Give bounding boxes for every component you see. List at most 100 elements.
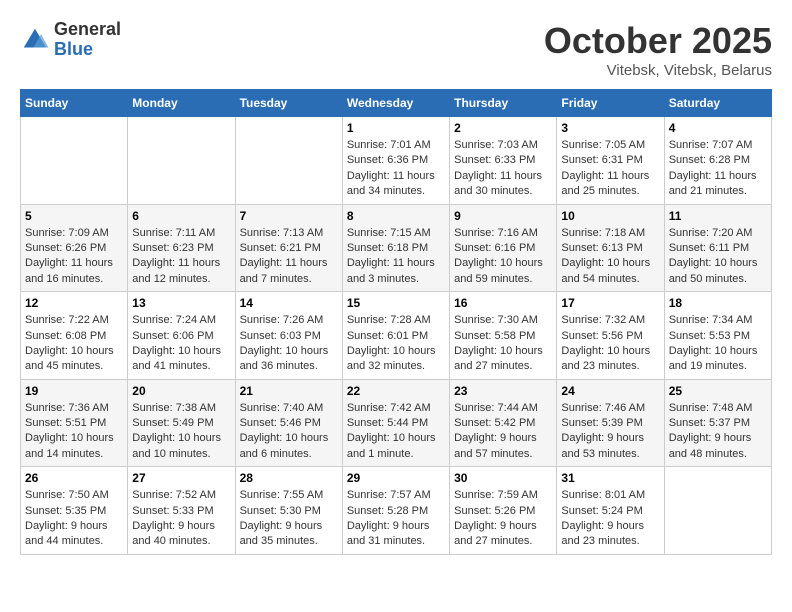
- calendar-cell: 12 Sunrise: 7:22 AM Sunset: 6:08 PM Dayli…: [21, 292, 128, 380]
- calendar-cell: 14 Sunrise: 7:26 AM Sunset: 6:03 PM Dayli…: [235, 292, 342, 380]
- page-header: General Blue October 2025 Vitebsk, Viteb…: [20, 20, 772, 79]
- logo-text: General Blue: [54, 20, 121, 60]
- day-number: 14: [240, 296, 338, 310]
- calendar-cell: [21, 117, 128, 205]
- calendar-cell: 7 Sunrise: 7:13 AM Sunset: 6:21 PM Daylig…: [235, 204, 342, 292]
- day-info: Sunrise: 7:28 AM Sunset: 6:01 PM Dayligh…: [347, 313, 445, 375]
- day-number: 16: [454, 296, 552, 310]
- calendar-week-row: 1 Sunrise: 7:01 AM Sunset: 6:36 PM Daylig…: [21, 117, 772, 205]
- calendar-cell: 27 Sunrise: 7:52 AM Sunset: 5:33 PM Dayli…: [128, 467, 235, 555]
- day-number: 2: [454, 121, 552, 135]
- day-info: Sunrise: 7:40 AM Sunset: 5:46 PM Dayligh…: [240, 401, 338, 463]
- calendar-cell: 18 Sunrise: 7:34 AM Sunset: 5:53 PM Dayli…: [664, 292, 771, 380]
- day-number: 18: [669, 296, 767, 310]
- day-number: 15: [347, 296, 445, 310]
- day-info: Sunrise: 7:46 AM Sunset: 5:39 PM Dayligh…: [561, 401, 659, 463]
- day-number: 27: [132, 471, 230, 485]
- calendar-week-row: 19 Sunrise: 7:36 AM Sunset: 5:51 PM Dayli…: [21, 379, 772, 467]
- calendar-week-row: 5 Sunrise: 7:09 AM Sunset: 6:26 PM Daylig…: [21, 204, 772, 292]
- logo: General Blue: [20, 20, 121, 60]
- calendar-cell: 4 Sunrise: 7:07 AM Sunset: 6:28 PM Daylig…: [664, 117, 771, 205]
- weekday-header-monday: Monday: [128, 90, 235, 117]
- day-number: 11: [669, 209, 767, 223]
- day-info: Sunrise: 7:32 AM Sunset: 5:56 PM Dayligh…: [561, 313, 659, 375]
- title-block: October 2025 Vitebsk, Vitebsk, Belarus: [544, 20, 772, 79]
- day-info: Sunrise: 7:44 AM Sunset: 5:42 PM Dayligh…: [454, 401, 552, 463]
- day-number: 13: [132, 296, 230, 310]
- calendar-cell: [128, 117, 235, 205]
- day-info: Sunrise: 7:50 AM Sunset: 5:35 PM Dayligh…: [25, 488, 123, 550]
- day-number: 9: [454, 209, 552, 223]
- day-info: Sunrise: 7:42 AM Sunset: 5:44 PM Dayligh…: [347, 401, 445, 463]
- calendar-cell: 11Sunrise: 7:20 AM Sunset: 6:11 PM Dayli…: [664, 204, 771, 292]
- day-info: Sunrise: 7:48 AM Sunset: 5:37 PM Dayligh…: [669, 401, 767, 463]
- day-number: 29: [347, 471, 445, 485]
- day-info: Sunrise: 7:05 AM Sunset: 6:31 PM Dayligh…: [561, 138, 659, 200]
- day-number: 24: [561, 384, 659, 398]
- logo-icon: [20, 25, 50, 55]
- day-info: Sunrise: 7:07 AM Sunset: 6:28 PM Dayligh…: [669, 138, 767, 200]
- day-number: 17: [561, 296, 659, 310]
- calendar-cell: 21Sunrise: 7:40 AM Sunset: 5:46 PM Dayli…: [235, 379, 342, 467]
- day-info: Sunrise: 7:22 AM Sunset: 6:08 PM Dayligh…: [25, 313, 123, 375]
- day-number: 12: [25, 296, 123, 310]
- day-info: Sunrise: 7:16 AM Sunset: 6:16 PM Dayligh…: [454, 226, 552, 288]
- calendar-cell: 16Sunrise: 7:30 AM Sunset: 5:58 PM Dayli…: [450, 292, 557, 380]
- day-info: Sunrise: 7:55 AM Sunset: 5:30 PM Dayligh…: [240, 488, 338, 550]
- calendar-cell: 5 Sunrise: 7:09 AM Sunset: 6:26 PM Daylig…: [21, 204, 128, 292]
- day-number: 25: [669, 384, 767, 398]
- day-info: Sunrise: 7:52 AM Sunset: 5:33 PM Dayligh…: [132, 488, 230, 550]
- location-text: Vitebsk, Vitebsk, Belarus: [544, 62, 772, 79]
- day-info: Sunrise: 7:34 AM Sunset: 5:53 PM Dayligh…: [669, 313, 767, 375]
- day-number: 31: [561, 471, 659, 485]
- day-number: 26: [25, 471, 123, 485]
- day-number: 1: [347, 121, 445, 135]
- calendar-week-row: 26 Sunrise: 7:50 AM Sunset: 5:35 PM Dayli…: [21, 467, 772, 555]
- weekday-header-thursday: Thursday: [450, 90, 557, 117]
- calendar-cell: 30 Sunrise: 7:59 AM Sunset: 5:26 PM Dayli…: [450, 467, 557, 555]
- day-info: Sunrise: 7:09 AM Sunset: 6:26 PM Dayligh…: [25, 226, 123, 288]
- calendar-cell: 22Sunrise: 7:42 AM Sunset: 5:44 PM Dayli…: [342, 379, 449, 467]
- day-info: Sunrise: 7:03 AM Sunset: 6:33 PM Dayligh…: [454, 138, 552, 200]
- day-number: 28: [240, 471, 338, 485]
- calendar-cell: 15 Sunrise: 7:28 AM Sunset: 6:01 PM Dayli…: [342, 292, 449, 380]
- weekday-header-wednesday: Wednesday: [342, 90, 449, 117]
- day-info: Sunrise: 7:13 AM Sunset: 6:21 PM Dayligh…: [240, 226, 338, 288]
- day-number: 20: [132, 384, 230, 398]
- calendar-cell: 2 Sunrise: 7:03 AM Sunset: 6:33 PM Daylig…: [450, 117, 557, 205]
- weekday-header-sunday: Sunday: [21, 90, 128, 117]
- day-number: 7: [240, 209, 338, 223]
- day-info: Sunrise: 7:59 AM Sunset: 5:26 PM Dayligh…: [454, 488, 552, 550]
- day-info: Sunrise: 8:01 AM Sunset: 5:24 PM Dayligh…: [561, 488, 659, 550]
- day-number: 19: [25, 384, 123, 398]
- calendar-cell: 6Sunrise: 7:11 AM Sunset: 6:23 PM Daylig…: [128, 204, 235, 292]
- day-number: 3: [561, 121, 659, 135]
- day-info: Sunrise: 7:24 AM Sunset: 6:06 PM Dayligh…: [132, 313, 230, 375]
- calendar-table: SundayMondayTuesdayWednesdayThursdayFrid…: [20, 89, 772, 555]
- calendar-cell: 25 Sunrise: 7:48 AM Sunset: 5:37 PM Dayli…: [664, 379, 771, 467]
- weekday-header-friday: Friday: [557, 90, 664, 117]
- day-number: 5: [25, 209, 123, 223]
- day-number: 30: [454, 471, 552, 485]
- day-info: Sunrise: 7:01 AM Sunset: 6:36 PM Dayligh…: [347, 138, 445, 200]
- calendar-cell: 9 Sunrise: 7:16 AM Sunset: 6:16 PM Daylig…: [450, 204, 557, 292]
- calendar-cell: 28 Sunrise: 7:55 AM Sunset: 5:30 PM Dayli…: [235, 467, 342, 555]
- calendar-cell: 17 Sunrise: 7:32 AM Sunset: 5:56 PM Dayli…: [557, 292, 664, 380]
- day-info: Sunrise: 7:38 AM Sunset: 5:49 PM Dayligh…: [132, 401, 230, 463]
- calendar-cell: 23Sunrise: 7:44 AM Sunset: 5:42 PM Dayli…: [450, 379, 557, 467]
- calendar-cell: 31 Sunrise: 8:01 AM Sunset: 5:24 PM Dayli…: [557, 467, 664, 555]
- logo-blue-text: Blue: [54, 40, 121, 60]
- calendar-cell: 19 Sunrise: 7:36 AM Sunset: 5:51 PM Dayli…: [21, 379, 128, 467]
- logo-general-text: General: [54, 20, 121, 40]
- day-number: 10: [561, 209, 659, 223]
- day-info: Sunrise: 7:36 AM Sunset: 5:51 PM Dayligh…: [25, 401, 123, 463]
- day-info: Sunrise: 7:26 AM Sunset: 6:03 PM Dayligh…: [240, 313, 338, 375]
- day-info: Sunrise: 7:15 AM Sunset: 6:18 PM Dayligh…: [347, 226, 445, 288]
- day-info: Sunrise: 7:11 AM Sunset: 6:23 PM Dayligh…: [132, 226, 230, 288]
- calendar-cell: 24 Sunrise: 7:46 AM Sunset: 5:39 PM Dayli…: [557, 379, 664, 467]
- calendar-cell: [664, 467, 771, 555]
- day-number: 4: [669, 121, 767, 135]
- calendar-cell: 3 Sunrise: 7:05 AM Sunset: 6:31 PM Daylig…: [557, 117, 664, 205]
- calendar-cell: 10Sunrise: 7:18 AM Sunset: 6:13 PM Dayli…: [557, 204, 664, 292]
- day-number: 8: [347, 209, 445, 223]
